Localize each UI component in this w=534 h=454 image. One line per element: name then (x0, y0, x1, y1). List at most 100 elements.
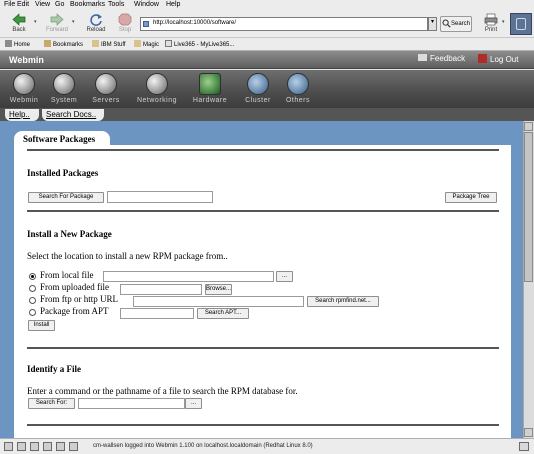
page-favicon-icon (143, 21, 149, 27)
stop-button[interactable]: Stop (108, 12, 142, 37)
divider (27, 210, 499, 212)
servers-category-icon (95, 73, 117, 95)
menu-help[interactable]: Help (166, 1, 180, 8)
help-link[interactable]: Help.. (5, 109, 39, 121)
menu-tools[interactable]: Tools (108, 1, 124, 8)
menu-window[interactable]: Window (134, 1, 159, 8)
local-file-input[interactable] (103, 271, 274, 282)
magnifier-icon (442, 19, 451, 28)
bookmark-magic-label: Magic (143, 42, 160, 48)
stop-icon (118, 13, 132, 26)
category-cluster[interactable]: Cluster (236, 71, 280, 108)
address-book-icon[interactable] (43, 442, 52, 451)
bookmark-live365-label: Live365 - MyLive365... (174, 42, 235, 48)
package-search-input[interactable] (107, 191, 213, 203)
search-for-package-button[interactable]: Search For Package (28, 192, 104, 203)
radio-uploaded-file[interactable] (29, 285, 36, 292)
identify-file-heading: Identify a File (27, 364, 81, 374)
back-label: Back (12, 27, 26, 33)
back-dropdown-icon[interactable]: ▾ (34, 19, 37, 25)
radio-local-file[interactable] (29, 273, 36, 280)
stop-label: Stop (118, 27, 132, 33)
security-lock-icon (519, 442, 529, 451)
page-title: Software Packages (14, 131, 110, 146)
forward-button[interactable]: Forward (40, 12, 74, 37)
search-apt-button[interactable]: Search APT... (197, 308, 249, 319)
composer-icon[interactable] (30, 442, 39, 451)
local-file-label: From local file (40, 270, 94, 280)
divider (27, 347, 499, 349)
reload-icon (90, 14, 102, 26)
install-button[interactable]: Install (28, 320, 55, 331)
menu-go[interactable]: Go (55, 1, 64, 8)
scroll-up-icon[interactable] (524, 122, 533, 131)
menu-bookmarks[interactable]: Bookmarks (70, 1, 105, 8)
bookmark-magic[interactable]: Magic (134, 40, 159, 48)
category-others-label: Others (285, 97, 310, 104)
forward-label: Forward (45, 27, 68, 33)
folder-icon (92, 40, 99, 47)
menu-edit[interactable]: Edit (17, 1, 29, 8)
install-package-heading: Install a New Package (27, 229, 112, 239)
online-status-icon[interactable] (69, 442, 78, 451)
ftp-url-input[interactable] (133, 296, 304, 307)
others-category-icon (287, 73, 309, 95)
webmin-category-icon (13, 73, 35, 95)
search-docs-link[interactable]: Search Docs.. (42, 109, 104, 121)
menu-bar: File Edit View Go Bookmarks Tools Window… (0, 0, 534, 11)
package-tree-button[interactable]: Package Tree (445, 192, 497, 203)
apt-label: Package from APT (40, 306, 109, 316)
uploaded-file-label: From uploaded file (40, 282, 109, 292)
apt-package-input[interactable] (120, 308, 194, 319)
uploaded-file-input[interactable] (120, 284, 202, 295)
mail-status-icon[interactable] (17, 442, 26, 451)
upload-browse-button[interactable]: Browse... (205, 284, 232, 295)
logout-label: Log Out (490, 55, 519, 64)
logout-link[interactable]: Log Out (478, 54, 534, 66)
networking-category-icon (146, 73, 168, 95)
feedback-link[interactable]: Feedback (418, 54, 474, 66)
bookmark-home[interactable]: Home (5, 40, 30, 48)
logout-icon (478, 54, 487, 63)
home-icon (5, 40, 12, 47)
bookmarks-toolbar: Home Bookmarks IBM Stuff Magic Live365 -… (0, 38, 534, 51)
category-servers[interactable]: Servers (84, 71, 128, 108)
file-browse-button[interactable]: ... (185, 398, 202, 409)
bookmark-live365[interactable]: Live365 - MyLive365... (165, 40, 234, 48)
menu-view[interactable]: View (35, 1, 50, 8)
menu-file[interactable]: File (4, 1, 15, 8)
bookmark-home-label: Home (14, 42, 31, 48)
category-system[interactable]: System (42, 71, 86, 108)
category-networking[interactable]: Networking (132, 71, 182, 108)
navigator-icon[interactable] (4, 442, 13, 451)
feedback-label: Feedback (430, 54, 466, 63)
scrollbar-thumb[interactable] (524, 132, 533, 282)
category-system-label: System (50, 97, 78, 104)
back-button[interactable]: Back (2, 12, 36, 37)
forward-dropdown-icon[interactable]: ▾ (72, 19, 75, 25)
radio-ftp-url[interactable] (29, 297, 36, 304)
category-webmin[interactable]: Webmin (2, 71, 46, 108)
file-path-input[interactable] (78, 398, 185, 409)
category-networking-label: Networking (136, 97, 177, 104)
bookmark-bookmarks-label: Bookmarks (53, 42, 84, 48)
search-rpmfind-button[interactable]: Search rpmfind.net... (307, 296, 379, 307)
radio-apt[interactable] (29, 309, 36, 316)
category-others[interactable]: Others (276, 71, 320, 108)
url-history-dropdown[interactable]: ▾ (428, 17, 437, 31)
local-file-browse-button[interactable]: ... (276, 271, 293, 282)
category-hardware[interactable]: Hardware (188, 71, 232, 108)
category-hardware-label: Hardware (192, 97, 228, 104)
url-input[interactable]: http://localhost:10000/software/ (140, 17, 428, 31)
bookmark-bookmarks[interactable]: Bookmarks (44, 40, 83, 48)
bookmark-ibm-stuff[interactable]: IBM Stuff (92, 40, 126, 48)
printer-icon (484, 13, 498, 26)
bookmarks-icon (44, 40, 51, 47)
identify-description: Enter a command or the pathname of a fil… (27, 386, 298, 396)
print-dropdown-icon[interactable]: ▾ (502, 19, 505, 25)
folder-icon (134, 40, 141, 47)
scroll-down-icon[interactable] (524, 428, 533, 437)
category-webmin-label: Webmin (9, 97, 39, 104)
search-for-button[interactable]: Search For: (28, 398, 75, 409)
chat-icon[interactable] (56, 442, 65, 451)
